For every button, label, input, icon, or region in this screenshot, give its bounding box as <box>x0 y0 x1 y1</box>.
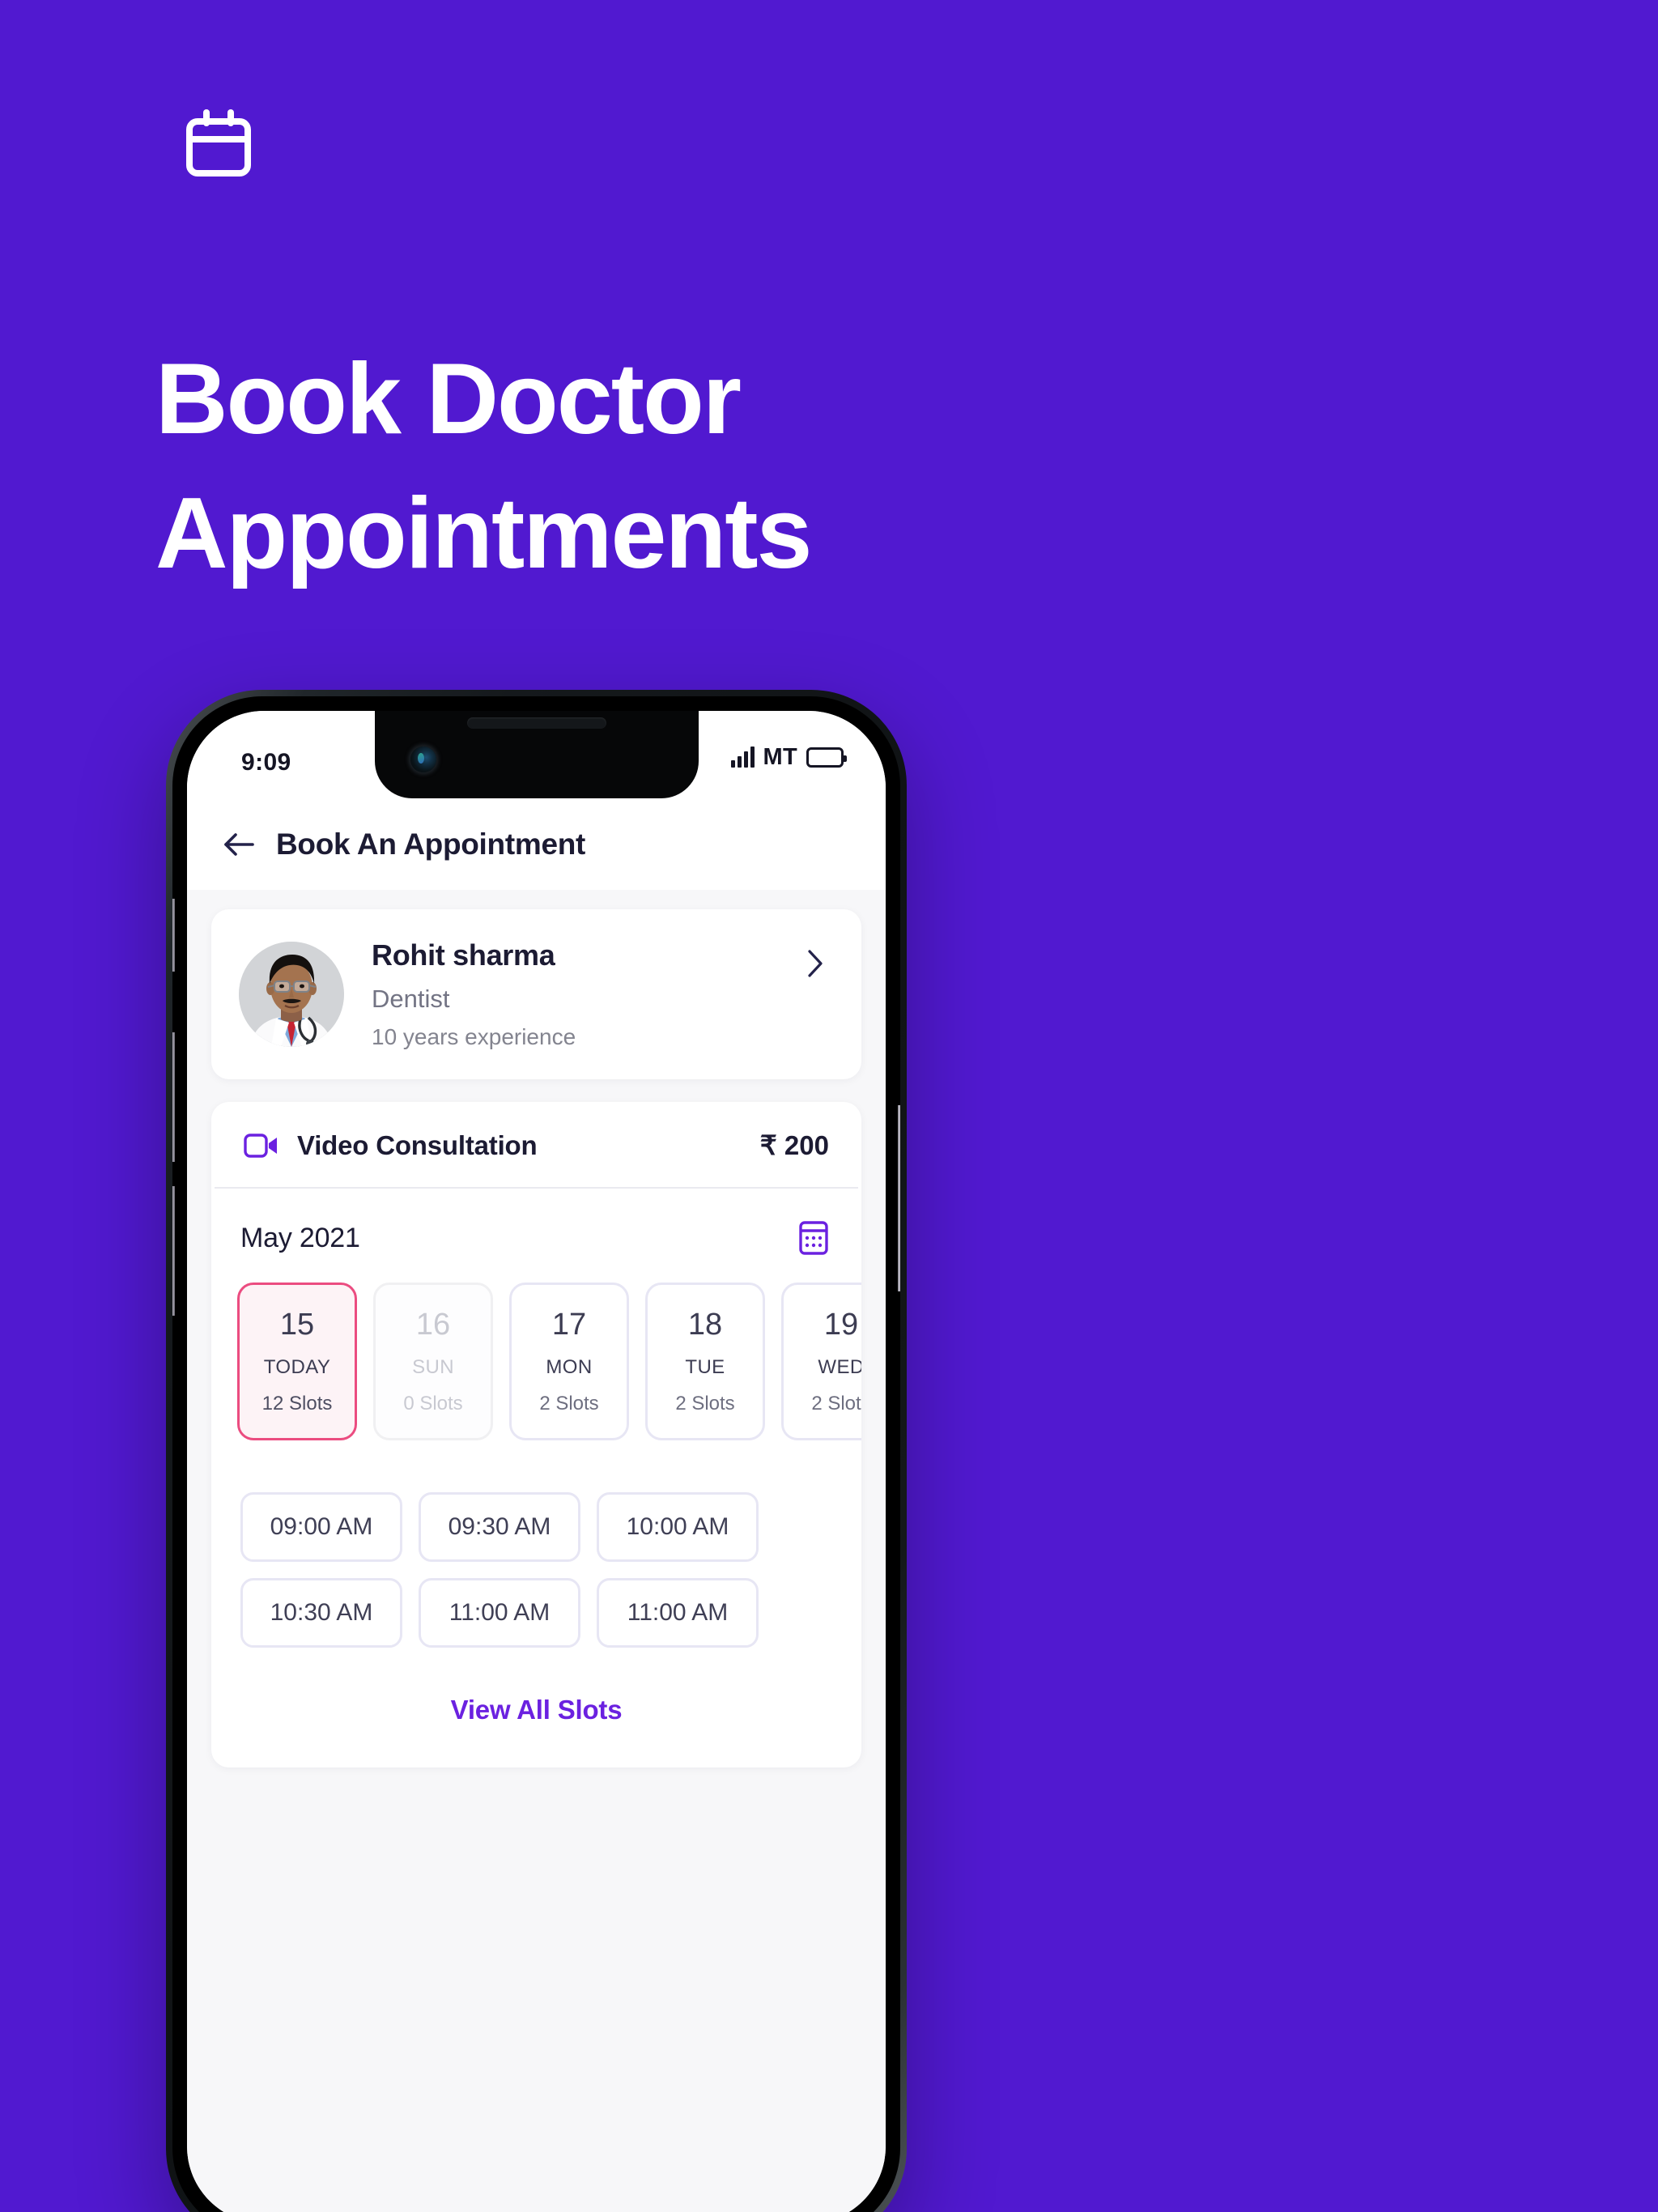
chevron-right-icon <box>808 950 823 977</box>
date-chip[interactable]: 18 TUE 2 Slots <box>645 1283 765 1440</box>
status-bar-indicators: MT <box>730 744 847 770</box>
page-title: Book Doctor Appointments <box>155 332 1062 601</box>
date-chip-number: 17 <box>551 1308 587 1342</box>
date-chip-slots: 0 Slots <box>403 1393 463 1414</box>
page-title-line-2: Appointments <box>155 478 813 590</box>
time-slot[interactable]: 09:00 AM <box>240 1492 402 1562</box>
doctor-experience: 10 years experience <box>372 1024 576 1049</box>
date-chip-slots: 2 Slots <box>811 1393 861 1414</box>
date-chip-day: WED <box>818 1356 861 1378</box>
video-consultation-row[interactable]: Video Consultation ₹ 200 <box>215 1102 858 1189</box>
video-camera-icon <box>244 1132 279 1159</box>
phone-screen: 9:09 MT Book An Appointment Rohit sharma… <box>187 711 886 2212</box>
volume-down-button[interactable] <box>172 1186 175 1316</box>
video-consultation-price: ₹ 200 <box>759 1130 829 1160</box>
month-selector-row: May 2021 <box>211 1189 861 1270</box>
date-chip: 16 SUN 0 Slots <box>373 1283 493 1440</box>
date-chip-day: SUN <box>412 1356 454 1378</box>
time-slot[interactable]: 11:00 AM <box>419 1578 580 1648</box>
date-chip-slots: 12 Slots <box>261 1393 333 1414</box>
time-slot[interactable]: 10:30 AM <box>240 1578 402 1648</box>
date-chip-day: TUE <box>685 1356 725 1378</box>
phone-notch <box>374 711 699 798</box>
time-slot-grid: 09:00 AM 09:30 AM 10:00 AM 10:30 AM 11:0… <box>211 1468 861 1648</box>
header-title: Book An Appointment <box>276 827 586 861</box>
date-chip-number: 18 <box>687 1308 723 1342</box>
signal-bars-icon <box>730 747 755 768</box>
date-chip[interactable]: 15 TODAY 12 Slots <box>237 1283 357 1440</box>
app-header: Book An Appointment <box>187 798 886 890</box>
time-slot[interactable]: 11:00 AM <box>597 1578 759 1648</box>
app-content: Rohit sharma Dentist 10 years experience <box>187 890 886 2212</box>
month-label: May 2021 <box>240 1222 360 1253</box>
back-button[interactable] <box>218 823 260 866</box>
phone-bezel: 9:09 MT Book An Appointment Rohit sharma… <box>172 696 900 2212</box>
date-chip[interactable]: 17 MON 2 Slots <box>509 1283 629 1440</box>
doctor-detail-link[interactable] <box>801 945 829 986</box>
arrow-left-icon <box>224 832 254 856</box>
page-title-line-1: Book Doctor <box>155 343 742 455</box>
phone-mockup: 9:09 MT Book An Appointment Rohit sharma… <box>166 690 907 2212</box>
calendar-grid-icon[interactable] <box>795 1219 832 1257</box>
power-button[interactable] <box>898 1105 900 1291</box>
time-slot[interactable]: 10:00 AM <box>597 1492 759 1562</box>
earpiece-speaker <box>466 717 606 729</box>
doctor-profile-card[interactable]: Rohit sharma Dentist 10 years experience <box>211 909 861 1079</box>
date-chip-slots: 2 Slots <box>539 1393 599 1414</box>
date-chip[interactable]: 19 WED 2 Slots <box>781 1283 861 1440</box>
time-slot[interactable]: 09:30 AM <box>419 1492 580 1562</box>
status-bar-carrier: MT <box>763 744 797 770</box>
battery-full-icon <box>806 747 847 768</box>
date-strip[interactable]: 15 TODAY 12 Slots 16 SUN 0 Slots 17 MON <box>211 1270 861 1468</box>
booking-card: Video Consultation ₹ 200 May 2021 15 TOD… <box>211 1102 861 1767</box>
status-bar-time: 9:09 <box>241 749 291 776</box>
view-all-slots-link[interactable]: View All Slots <box>211 1648 861 1767</box>
front-camera-icon <box>410 747 436 772</box>
calendar-icon <box>185 109 253 177</box>
doctor-avatar <box>239 942 344 1047</box>
date-chip-day: MON <box>546 1356 593 1378</box>
date-chip-number: 16 <box>415 1308 451 1342</box>
date-chip-number: 19 <box>823 1308 859 1342</box>
date-chip-number: 15 <box>279 1308 315 1342</box>
volume-up-button[interactable] <box>172 1032 175 1162</box>
date-chip-slots: 2 Slots <box>675 1393 735 1414</box>
doctor-specialty: Dentist <box>372 985 450 1013</box>
date-chip-day: TODAY <box>263 1356 331 1378</box>
mute-switch-button[interactable] <box>172 899 175 972</box>
doctor-name: Rohit sharma <box>372 938 555 972</box>
doctor-details: Rohit sharma Dentist 10 years experience <box>372 938 774 1050</box>
video-consultation-label: Video Consultation <box>297 1129 538 1160</box>
